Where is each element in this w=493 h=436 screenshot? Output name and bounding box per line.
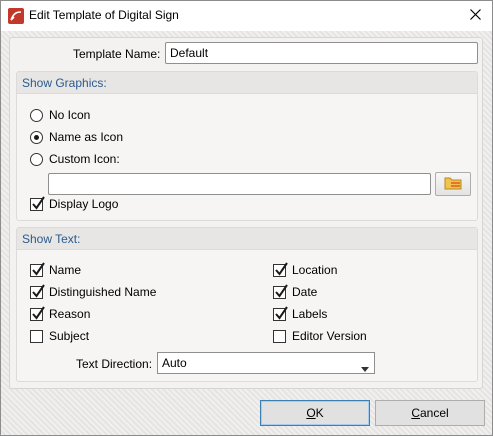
name-checkbox[interactable] bbox=[30, 262, 45, 277]
radio-name-as-icon[interactable] bbox=[30, 131, 43, 144]
pdf-editor-icon bbox=[8, 8, 24, 24]
checkmark-icon bbox=[32, 262, 45, 276]
show-graphics-group: Show Graphics: No Icon Name as Icon Cust… bbox=[16, 71, 478, 221]
close-button[interactable] bbox=[458, 1, 492, 31]
title-bar[interactable]: Edit Template of Digital Sign bbox=[1, 1, 492, 31]
show-text-group: Show Text: Name Distinguished Name Reaso… bbox=[16, 227, 478, 382]
text-direction-select[interactable]: Auto bbox=[157, 352, 375, 374]
date-checkbox[interactable] bbox=[273, 284, 288, 299]
labels-checkbox[interactable] bbox=[273, 306, 288, 321]
distinguished-name-label[interactable]: Distinguished Name bbox=[49, 285, 156, 299]
folder-icon bbox=[444, 176, 462, 193]
radio-name-as-icon-label[interactable]: Name as Icon bbox=[49, 130, 123, 144]
location-label[interactable]: Location bbox=[292, 263, 337, 277]
browse-icon-button[interactable] bbox=[435, 172, 471, 196]
labels-label[interactable]: Labels bbox=[292, 307, 327, 321]
name-label[interactable]: Name bbox=[49, 263, 81, 277]
date-label[interactable]: Date bbox=[292, 285, 317, 299]
checkmark-icon bbox=[275, 284, 288, 298]
show-graphics-header: Show Graphics: bbox=[17, 72, 477, 94]
checkmark-icon bbox=[32, 196, 45, 210]
settings-panel: Template Name: Show Graphics: No Icon Na… bbox=[9, 37, 483, 389]
reason-label[interactable]: Reason bbox=[49, 307, 90, 321]
reason-checkbox[interactable] bbox=[30, 306, 45, 321]
radio-custom-icon-label[interactable]: Custom Icon: bbox=[49, 152, 120, 166]
display-logo-checkbox[interactable] bbox=[30, 196, 45, 211]
subject-checkbox[interactable] bbox=[30, 330, 43, 343]
window-title: Edit Template of Digital Sign bbox=[29, 8, 179, 22]
edit-template-dialog: Edit Template of Digital Sign Template N… bbox=[0, 0, 493, 436]
template-name-label: Template Name: bbox=[73, 47, 161, 61]
radio-no-icon[interactable] bbox=[30, 109, 43, 122]
display-logo-label[interactable]: Display Logo bbox=[49, 197, 118, 211]
show-text-title: Show Text: bbox=[22, 232, 81, 246]
subject-label[interactable]: Subject bbox=[49, 329, 89, 343]
location-checkbox[interactable] bbox=[273, 262, 288, 277]
dialog-client-area: Template Name: Show Graphics: No Icon Na… bbox=[1, 31, 492, 435]
text-direction-label: Text Direction: bbox=[76, 357, 153, 371]
show-text-header: Show Text: bbox=[17, 228, 477, 250]
cancel-button[interactable]: Cancel bbox=[375, 400, 485, 426]
checkmark-icon bbox=[275, 262, 288, 276]
editor-version-checkbox[interactable] bbox=[273, 330, 286, 343]
close-icon bbox=[469, 9, 481, 23]
custom-icon-path-input[interactable] bbox=[48, 173, 431, 195]
checkmark-icon bbox=[32, 284, 45, 298]
show-graphics-title: Show Graphics: bbox=[22, 76, 107, 90]
chevron-down-icon bbox=[361, 361, 369, 375]
cancel-button-label: Cancel bbox=[411, 406, 449, 420]
text-direction-value: Auto bbox=[162, 356, 187, 370]
ok-button-label: OK bbox=[306, 406, 324, 420]
checkmark-icon bbox=[32, 306, 45, 320]
ok-button[interactable]: OK bbox=[260, 400, 370, 426]
template-name-input[interactable] bbox=[165, 42, 478, 64]
radio-no-icon-label[interactable]: No Icon bbox=[49, 108, 90, 122]
radio-custom-icon[interactable] bbox=[30, 153, 43, 166]
editor-version-label[interactable]: Editor Version bbox=[292, 329, 367, 343]
checkmark-icon bbox=[275, 306, 288, 320]
distinguished-name-checkbox[interactable] bbox=[30, 284, 45, 299]
